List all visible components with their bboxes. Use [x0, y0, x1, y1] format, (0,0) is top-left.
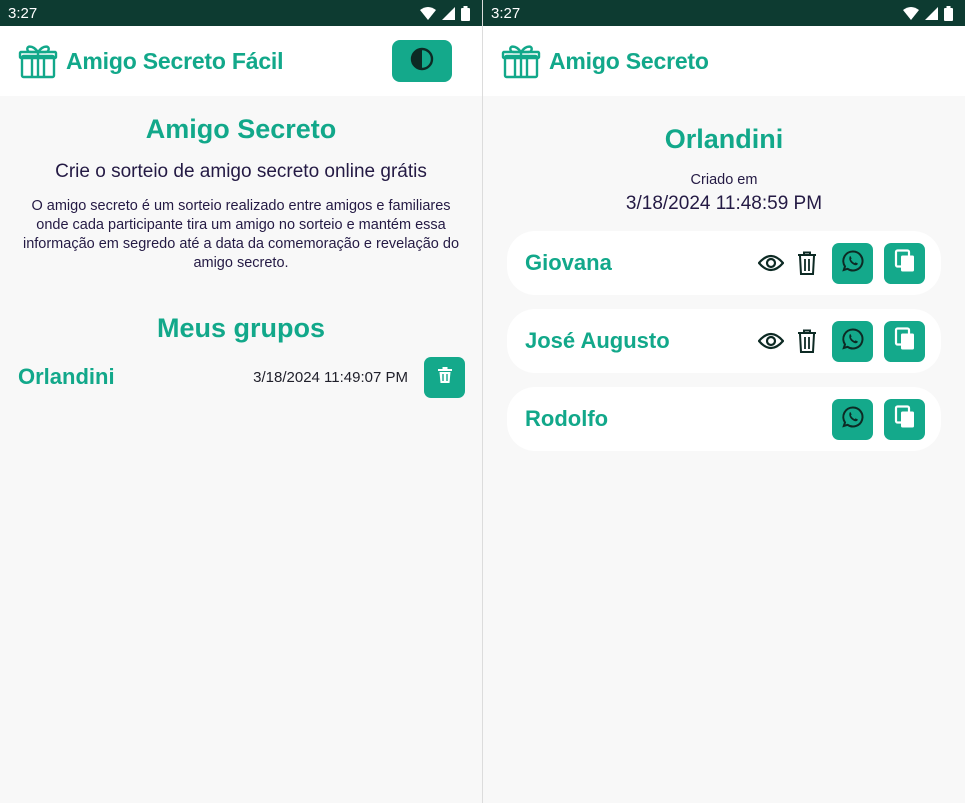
split-screenshot: 3:27 Amigo Secreto Fácil Amigo Secreto C…: [0, 0, 965, 803]
participant-name: Rodolfo: [525, 406, 609, 431]
participant-name: José Augusto: [525, 328, 670, 353]
whatsapp-icon: [841, 327, 865, 356]
signal-icon: [442, 6, 455, 20]
theme-toggle-button[interactable]: [392, 40, 452, 82]
status-bar: 3:27: [0, 0, 482, 26]
hero-title: Amigo Secreto: [145, 114, 337, 144]
created-date: 3/18/2024 11:48:59 PM: [625, 193, 823, 214]
gift-icon: [501, 43, 541, 79]
participant-card: Giovana: [507, 231, 941, 295]
app-title: Amigo Secreto Fácil: [66, 47, 284, 74]
groups-title: Meus grupos: [156, 313, 325, 343]
copy-link-button[interactable]: [884, 398, 925, 440]
hero-subtitle: Crie o sorteio de amigo secreto online g…: [55, 161, 427, 182]
wifi-icon: [420, 6, 436, 20]
hero-description: O amigo secreto é um sorteio realizado e…: [22, 198, 460, 271]
eye-icon[interactable]: [758, 250, 784, 276]
copy-icon: [894, 248, 916, 278]
group-title: Orlandini: [664, 124, 784, 154]
group-detail-screen: 3:27 Amigo Secreto Orlandini Criado em 3…: [483, 0, 965, 803]
gift-icon: [18, 43, 58, 79]
trash-icon[interactable]: [794, 250, 820, 276]
participant-name: Giovana: [525, 250, 612, 275]
group-row[interactable]: Orlandini 3/18/2024 11:49:07 PM: [0, 356, 482, 398]
group-name[interactable]: Orlandini: [18, 364, 115, 390]
contrast-icon: [410, 47, 434, 76]
copy-icon: [894, 404, 916, 434]
app-title: Amigo Secreto: [549, 47, 709, 74]
participant-card: José Augusto: [507, 309, 941, 373]
delete-group-button[interactable]: [424, 356, 465, 398]
participant-card: Rodolfo: [507, 387, 941, 451]
whatsapp-icon: [841, 405, 865, 434]
wifi-icon: [903, 6, 919, 20]
trash-icon[interactable]: [794, 328, 820, 354]
whatsapp-share-button[interactable]: [832, 242, 873, 284]
participant-list: Giovana José Augusto Rodolfo: [483, 231, 965, 451]
whatsapp-icon: [841, 249, 865, 278]
battery-icon: [461, 5, 470, 21]
whatsapp-share-button[interactable]: [832, 320, 873, 362]
signal-icon: [925, 6, 938, 20]
app-bar: Amigo Secreto: [483, 26, 965, 96]
battery-icon: [944, 5, 953, 21]
copy-link-button[interactable]: [884, 242, 925, 284]
trash-icon: [437, 366, 452, 388]
status-bar: 3:27: [483, 0, 965, 26]
home-screen: 3:27 Amigo Secreto Fácil Amigo Secreto C…: [0, 0, 482, 803]
status-time: 3:27: [491, 4, 521, 22]
group-date: 3/18/2024 11:49:07 PM: [253, 368, 408, 386]
copy-link-button[interactable]: [884, 320, 925, 362]
app-bar: Amigo Secreto Fácil: [0, 26, 482, 96]
status-time: 3:27: [8, 4, 38, 22]
copy-icon: [894, 326, 916, 356]
eye-icon[interactable]: [758, 328, 784, 354]
whatsapp-share-button[interactable]: [832, 398, 873, 440]
created-label: Criado em: [690, 172, 758, 188]
